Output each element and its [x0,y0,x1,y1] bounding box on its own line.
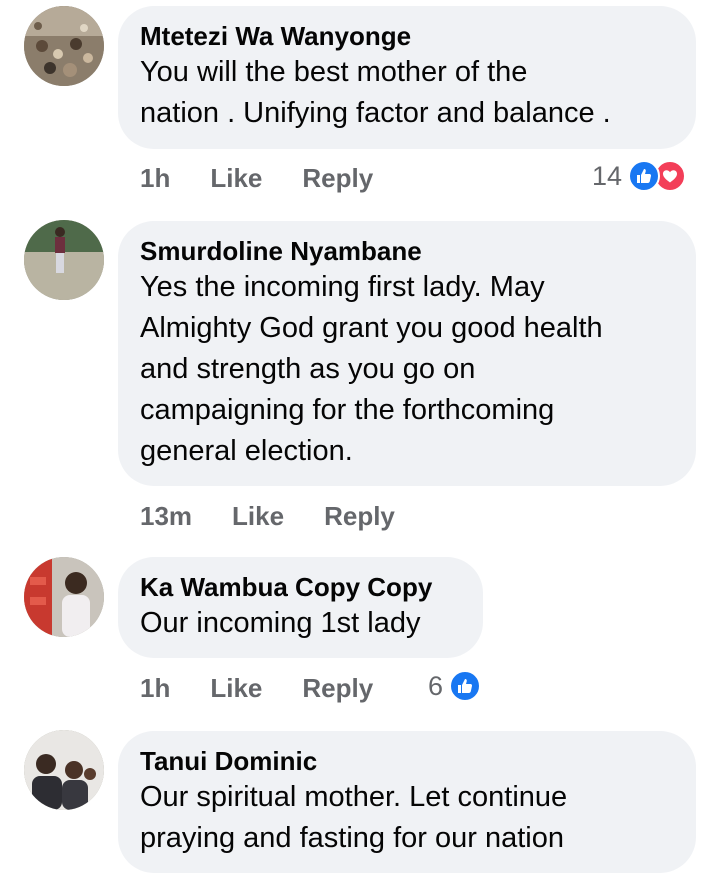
comment-actions: 13m Like Reply [140,496,435,536]
like-icon [628,160,661,192]
comment-time[interactable]: 1h [140,163,170,194]
comment-text: Our incoming 1st lady [140,607,421,639]
comment-bubble: Ka Wambua Copy Copy Our incoming 1st lad… [118,557,483,658]
reaction-count: 14 [592,160,623,191]
like-icon [449,670,482,702]
comment-text: You will the best mother of the nation .… [140,56,611,129]
reply-button[interactable]: Reply [324,501,395,532]
avatar[interactable] [24,6,104,86]
comment-author[interactable]: Tanui Dominic [140,745,672,777]
comment-bubble: Mtetezi Wa Wanyonge You will the best mo… [118,6,696,149]
comment-bubble: Smurdoline Nyambane Yes the incoming fir… [118,221,696,486]
avatar[interactable] [24,730,104,810]
reaction-summary[interactable]: 6 [428,666,482,706]
like-button[interactable]: Like [210,163,262,194]
avatar[interactable] [24,220,104,300]
comment-actions: 1h Like Reply [140,158,413,198]
comment-text: Yes the incoming first lady. May Almight… [140,271,603,467]
like-button[interactable]: Like [232,501,284,532]
reaction-count: 6 [428,670,444,701]
comment-time[interactable]: 1h [140,673,170,704]
reply-button[interactable]: Reply [302,163,373,194]
comment-bubble: Tanui Dominic Our spiritual mother. Let … [118,731,696,873]
comment-author[interactable]: Ka Wambua Copy Copy [140,571,459,603]
reply-button[interactable]: Reply [302,673,373,704]
reaction-summary[interactable]: 14 [592,156,687,196]
comment-author[interactable]: Mtetezi Wa Wanyonge [140,20,672,52]
avatar[interactable] [24,557,104,637]
comment-author[interactable]: Smurdoline Nyambane [140,235,672,267]
comment-actions: 1h Like Reply [140,668,413,708]
like-button[interactable]: Like [210,673,262,704]
comment-time[interactable]: 13m [140,501,192,532]
comment-text: Our spiritual mother. Let continue prayi… [140,781,568,854]
